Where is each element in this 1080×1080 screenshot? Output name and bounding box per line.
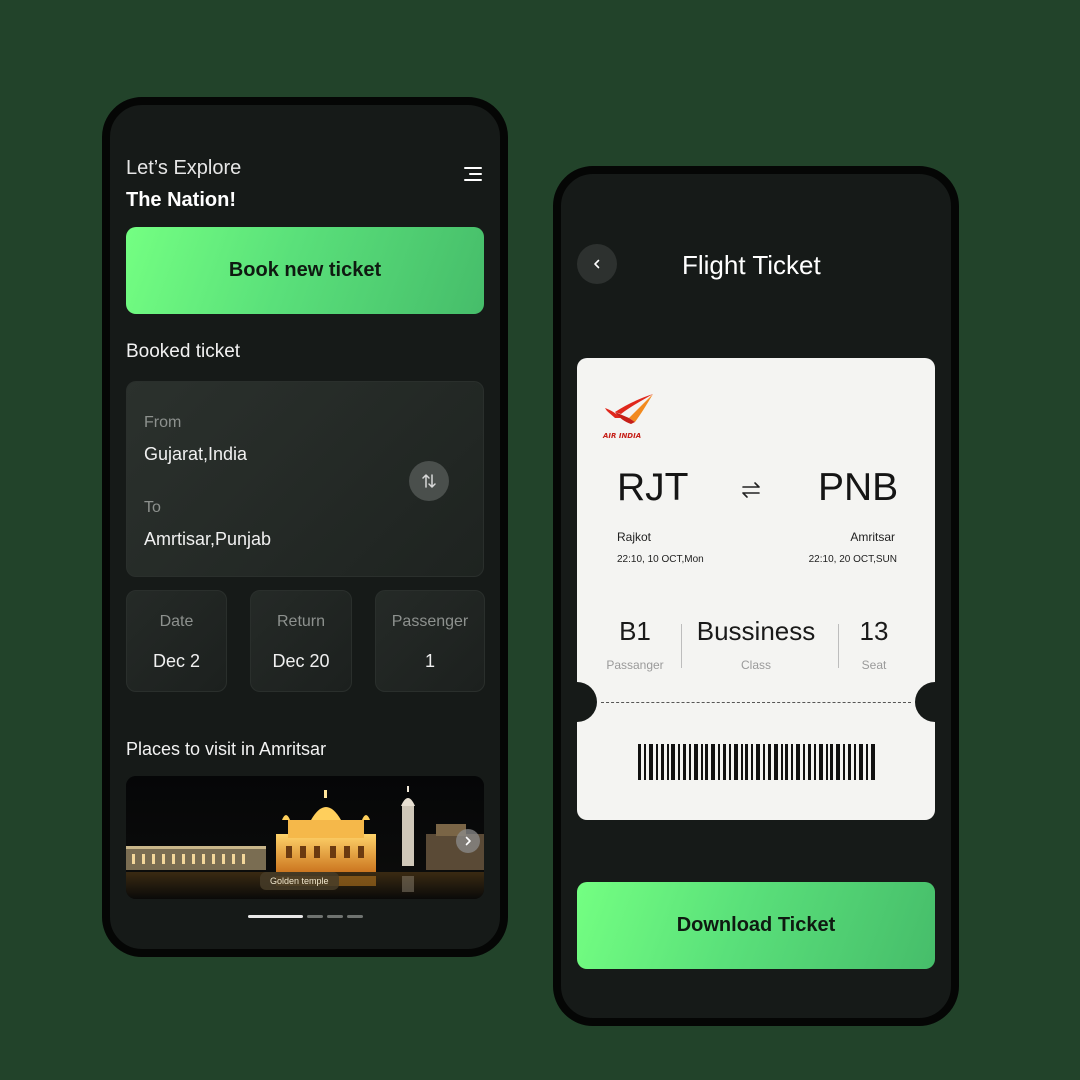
to-code: PNB	[818, 466, 899, 509]
page-title: Flight Ticket	[682, 250, 821, 280]
ticket-notch-left	[577, 682, 597, 722]
from-code: RJT	[617, 466, 689, 509]
to-city: Amritsar	[850, 530, 895, 544]
chevron-right-icon	[465, 836, 471, 846]
from-datetime: 22:10, 10 OCT,Mon	[617, 554, 704, 565]
place-card-golden-temple[interactable]: Golden temple	[126, 776, 484, 899]
from-label: From	[144, 414, 182, 431]
from-value: Gujarat,India	[144, 444, 248, 464]
svg-text:AIR INDIA: AIR INDIA	[602, 432, 641, 440]
greeting-line1: Let’s Explore	[126, 157, 242, 179]
swap-horizontal-icon	[742, 482, 760, 498]
ticket-perforation	[601, 702, 911, 703]
swap-route-button[interactable]	[409, 461, 449, 501]
carousel-dot[interactable]	[307, 915, 323, 918]
menu-icon[interactable]	[462, 167, 482, 181]
ticket-card: AIR INDIA RJT PNB Rajkot Amritsar 22:10,…	[577, 358, 935, 820]
swap-vertical-icon	[422, 474, 436, 488]
chevron-left-icon	[594, 259, 600, 269]
carousel-dot-active[interactable]	[248, 915, 303, 918]
flight-ticket-screen: Flight Ticket AIR INDIA RJT PNB Rajkot A…	[553, 166, 959, 1026]
carousel-dot[interactable]	[327, 915, 343, 918]
to-label: To	[144, 499, 161, 516]
class-label: Class	[740, 658, 771, 672]
carousel-dot[interactable]	[347, 915, 363, 918]
passenger-card[interactable]: Passenger 1	[375, 590, 485, 692]
to-value: Amrtisar,Punjab	[144, 529, 272, 549]
download-ticket-button[interactable]: Download Ticket	[577, 882, 935, 969]
seat-label: Seat	[861, 658, 887, 672]
passenger-value: 1	[424, 651, 435, 671]
back-button[interactable]	[577, 244, 617, 284]
passenger-label: Passenger	[391, 613, 469, 630]
class-value: Bussiness	[696, 616, 816, 646]
to-datetime: 22:10, 20 OCT,SUN	[808, 554, 897, 565]
booked-route-card[interactable]: From Gujarat,India To Amrtisar,Punjab	[126, 381, 484, 577]
return-value: Dec 20	[272, 651, 330, 671]
booked-ticket-title: Booked ticket	[126, 341, 241, 362]
explore-screen: Let’s Explore The Nation! Book new ticke…	[102, 97, 508, 957]
air-india-logo: AIR INDIA	[602, 394, 653, 440]
passenger-label: Passanger	[606, 658, 664, 672]
return-card[interactable]: Return Dec 20	[250, 590, 352, 692]
from-city: Rajkot	[617, 530, 652, 544]
date-card[interactable]: Date Dec 2	[126, 590, 227, 692]
greeting-line2: The Nation!	[126, 189, 236, 211]
passenger-seat-code: B1	[619, 616, 651, 646]
date-label: Date	[159, 613, 194, 630]
place-caption: Golden temple	[260, 872, 339, 890]
seat-value: 13	[859, 616, 889, 646]
date-value: Dec 2	[152, 651, 201, 671]
book-new-ticket-button[interactable]: Book new ticket	[126, 227, 484, 314]
barcode	[638, 744, 875, 780]
places-title: Places to visit in Amritsar	[126, 739, 327, 759]
return-label: Return	[276, 613, 326, 630]
ticket-notch-right	[915, 682, 935, 722]
next-place-button[interactable]	[456, 829, 480, 853]
